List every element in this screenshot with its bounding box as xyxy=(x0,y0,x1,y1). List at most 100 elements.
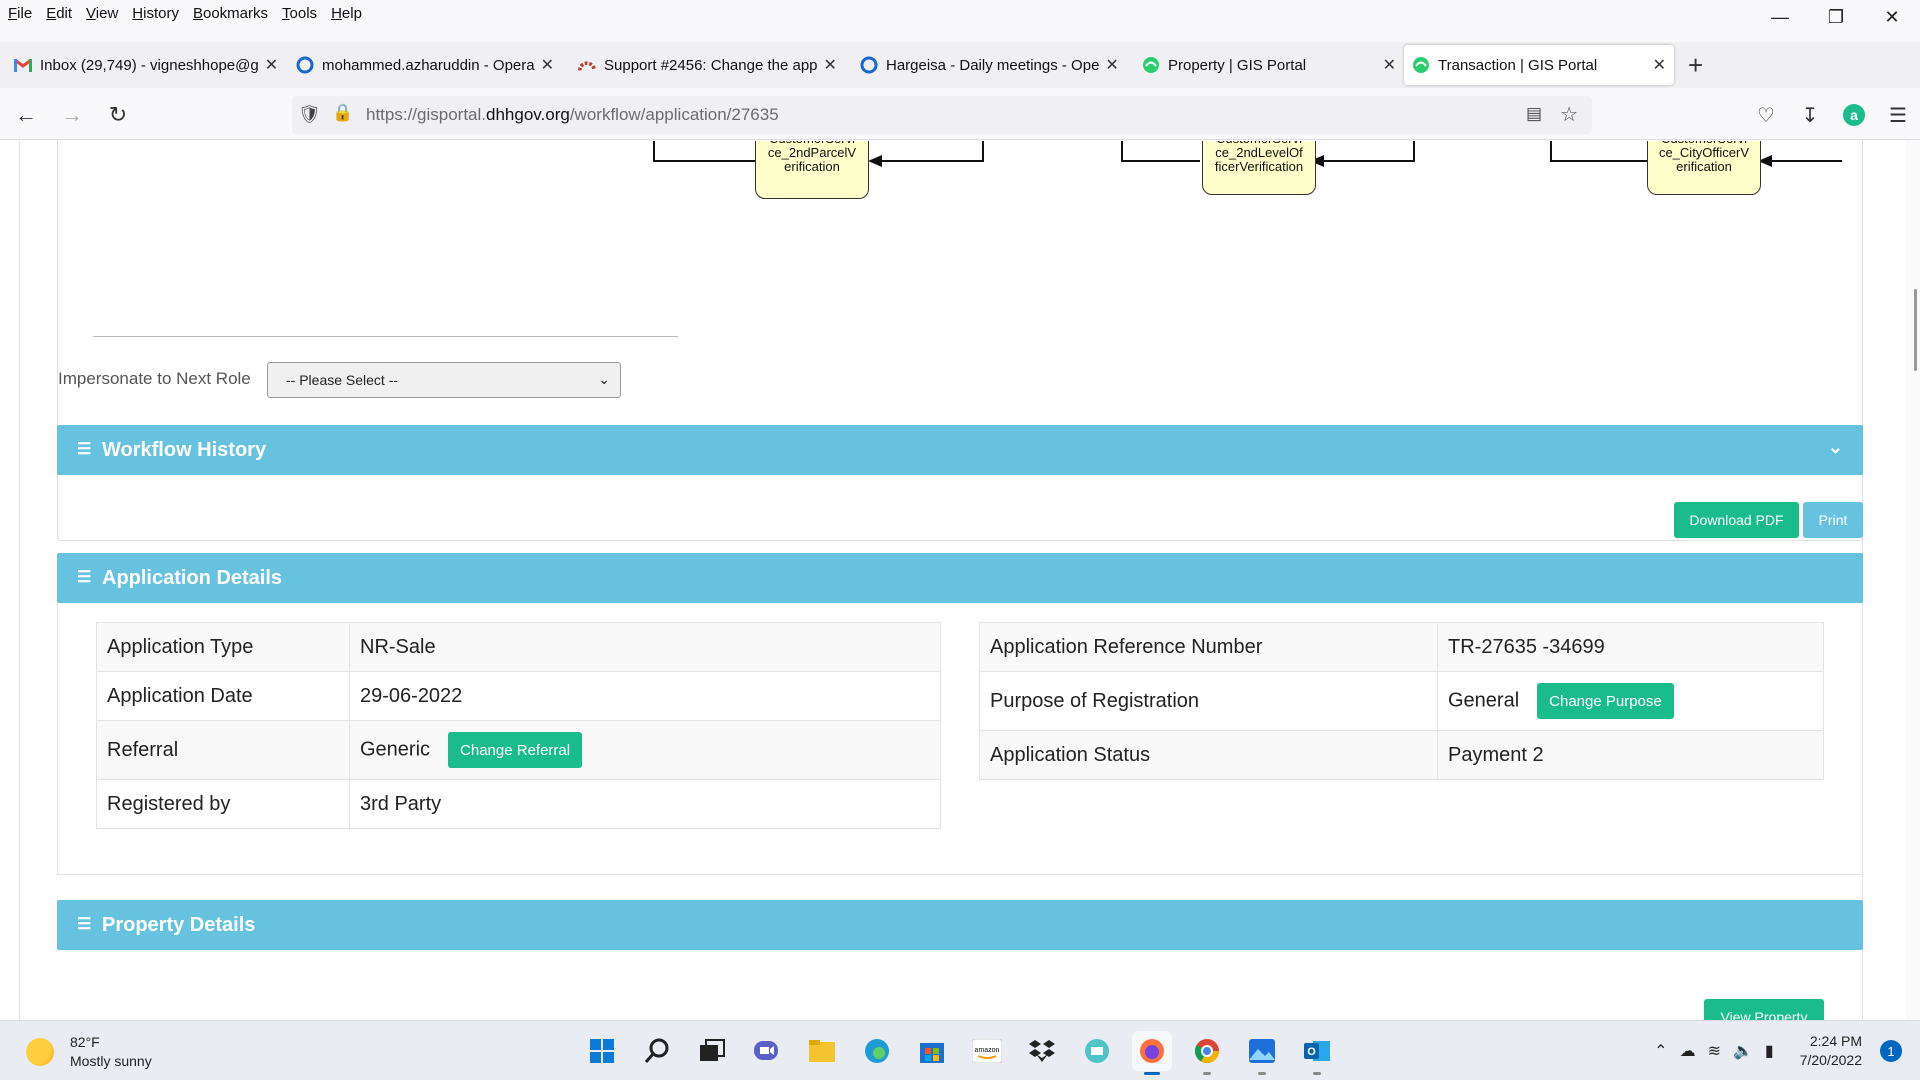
outlook-icon[interactable]: O xyxy=(1297,1031,1337,1075)
view-property-button[interactable]: View Property xyxy=(1704,999,1824,1020)
notification-badge[interactable]: 1 xyxy=(1880,1040,1902,1062)
node-label: CustomerServi ce_2ndLevelOf ficerVerific… xyxy=(1214,141,1304,174)
property-details-header[interactable]: ☰ Property Details xyxy=(57,900,1863,950)
close-tab-icon[interactable]: ✕ xyxy=(541,55,554,75)
wifi-icon[interactable]: ≋ xyxy=(1708,1041,1721,1061)
field-value-cell: Generic Change Referral xyxy=(349,720,941,780)
reader-view-icon[interactable]: ▤ xyxy=(1526,104,1542,124)
close-tab-icon[interactable]: ✕ xyxy=(1105,55,1118,75)
close-tab-icon[interactable]: ✕ xyxy=(1653,55,1666,75)
field-label: Referral xyxy=(96,720,350,780)
divider xyxy=(93,336,678,337)
account-icon[interactable]: a xyxy=(1832,95,1876,135)
start-icon[interactable] xyxy=(582,1031,622,1071)
menu-tools[interactable]: Tools xyxy=(274,5,323,22)
shield-icon[interactable]: 🛡 xyxy=(298,104,321,125)
field-value: Payment 2 xyxy=(1437,730,1824,780)
tab-hargeisa-meetings[interactable]: Hargeisa - Daily meetings - Ope ✕ xyxy=(852,45,1134,85)
firefox-icon[interactable] xyxy=(1132,1031,1172,1075)
amazon-icon[interactable]: amazon xyxy=(967,1031,1007,1071)
chevron-up-icon[interactable]: ⌃ xyxy=(1654,1041,1667,1061)
file-explorer-icon[interactable] xyxy=(802,1031,842,1071)
search-icon[interactable] xyxy=(637,1031,677,1071)
running-indicator xyxy=(1313,1072,1321,1075)
running-indicator xyxy=(1203,1072,1211,1075)
panel-title: Application Details xyxy=(102,566,283,589)
onedrive-icon[interactable]: ☁ xyxy=(1680,1041,1696,1061)
address-bar[interactable]: 🛡 🔒 https://gisportal. dhhgov.org/workflo… xyxy=(292,96,1592,134)
tab-support-2456[interactable]: Support #2456: Change the app ✕ xyxy=(570,45,852,85)
teams-chat-icon[interactable] xyxy=(747,1031,787,1071)
menu-edit[interactable]: Edit xyxy=(38,5,78,22)
impersonate-role-select[interactable]: -- Please Select -- ⌄ xyxy=(267,362,621,398)
minimize-icon[interactable]: — xyxy=(1752,0,1808,34)
openproject-icon xyxy=(296,56,314,74)
menu-file[interactable]: File xyxy=(0,5,38,22)
close-window-icon[interactable]: ✕ xyxy=(1864,0,1920,34)
application-details-right-table: Application Reference Number TR-27635 -3… xyxy=(979,622,1824,780)
table-row: Application Status Payment 2 xyxy=(979,730,1824,780)
application-details-left-table: Application Type NR-Sale Application Dat… xyxy=(96,622,941,829)
microsoft-store-icon[interactable] xyxy=(912,1031,952,1071)
url-domain: dhhgov.org xyxy=(486,105,570,124)
dropbox-icon[interactable] xyxy=(1022,1031,1062,1071)
menu-view[interactable]: View xyxy=(78,5,124,22)
change-purpose-button[interactable]: Change Purpose xyxy=(1537,683,1674,719)
workflow-history-header[interactable]: ☰ Workflow History ⌄ xyxy=(57,425,1863,475)
sunny-weather-icon xyxy=(26,1038,54,1066)
panel-title: Property Details xyxy=(102,913,256,936)
messaging-icon[interactable] xyxy=(1077,1031,1117,1071)
diagram-node-2nd-level-officer-verification[interactable]: CustomerServi ce_2ndLevelOf ficerVerific… xyxy=(1202,141,1316,195)
close-tab-icon[interactable]: ✕ xyxy=(824,55,837,75)
scrollbar-thumb[interactable] xyxy=(1914,289,1917,371)
clock[interactable]: 2:24 PM 7/20/2022 xyxy=(1800,1032,1862,1070)
field-value: General xyxy=(1448,689,1520,712)
menu-history[interactable]: History xyxy=(124,5,185,22)
volume-icon[interactable]: 🔈 xyxy=(1733,1041,1753,1061)
reload-icon[interactable]: ↻ xyxy=(98,95,138,135)
toolbar-right: ♡ ↧ a ☰ xyxy=(1744,95,1920,135)
back-icon[interactable]: ← xyxy=(6,95,46,135)
diagram-node-2nd-parcel-verification[interactable]: CustomerServi ce_2ndParcelV erification xyxy=(755,141,869,199)
field-label: Application Reference Number xyxy=(979,622,1438,672)
download-icon[interactable]: ↧ xyxy=(1788,95,1832,135)
running-indicator xyxy=(1258,1072,1266,1075)
edge-icon[interactable] xyxy=(857,1031,897,1071)
application-details-header[interactable]: ☰ Application Details xyxy=(57,553,1863,603)
chevron-down-icon[interactable]: ⌄ xyxy=(1828,437,1843,458)
field-label: Purpose of Registration xyxy=(979,671,1438,731)
redmine-icon xyxy=(578,56,596,74)
tab-opera-azharuddin[interactable]: mohammed.azharuddin - Opera ✕ xyxy=(288,45,570,85)
close-tab-icon[interactable]: ✕ xyxy=(1383,55,1396,75)
menu-help[interactable]: Help xyxy=(323,5,368,22)
hamburger-menu-icon[interactable]: ☰ xyxy=(1876,95,1920,135)
forward-icon[interactable]: → xyxy=(52,95,92,135)
navigation-bar: ← → ↻ 🛡 🔒 https://gisportal. dhhgov.org/w… xyxy=(0,90,1920,140)
close-tab-icon[interactable]: ✕ xyxy=(265,55,278,75)
tab-transaction-gis[interactable]: Transaction | GIS Portal ✕ xyxy=(1404,45,1674,85)
windows-taskbar: 82°F Mostly sunny amazon O ⌃ ☁ ≋ 🔈 ▮ 2:2… xyxy=(0,1020,1920,1080)
bookmark-star-icon[interactable]: ☆ xyxy=(1560,102,1578,127)
field-value: TR-27635 -34699 xyxy=(1437,622,1824,672)
lock-icon[interactable]: 🔒 xyxy=(332,103,353,123)
menu-bookmarks[interactable]: Bookmarks xyxy=(185,5,274,22)
impersonate-label: Impersonate to Next Role xyxy=(58,369,251,388)
task-view-icon[interactable] xyxy=(692,1031,732,1071)
diagram-connectors xyxy=(653,141,1842,167)
diagram-node-city-officer-verification[interactable]: CustomerServi ce_CityOfficerV erificatio… xyxy=(1647,141,1761,195)
weather-widget[interactable]: 82°F Mostly sunny xyxy=(26,1033,152,1071)
tab-property-gis[interactable]: Property | GIS Portal ✕ xyxy=(1134,45,1404,85)
gis-portal-icon xyxy=(1412,56,1430,74)
photos-icon[interactable] xyxy=(1242,1031,1282,1075)
restore-icon[interactable]: ❐ xyxy=(1808,0,1864,34)
tab-inbox[interactable]: Inbox (29,749) - vigneshhope@g ✕ xyxy=(6,45,288,85)
change-referral-button[interactable]: Change Referral xyxy=(448,732,583,768)
new-tab-icon[interactable]: + xyxy=(1688,50,1703,81)
page-scrollbar[interactable] xyxy=(1906,141,1920,1020)
download-pdf-button[interactable]: Download PDF xyxy=(1674,502,1799,538)
battery-icon[interactable]: ▮ xyxy=(1765,1041,1774,1061)
chrome-icon[interactable] xyxy=(1187,1031,1227,1075)
print-button[interactable]: Print xyxy=(1803,502,1863,538)
pocket-icon[interactable]: ♡ xyxy=(1744,95,1788,135)
field-label: Application Status xyxy=(979,730,1438,780)
